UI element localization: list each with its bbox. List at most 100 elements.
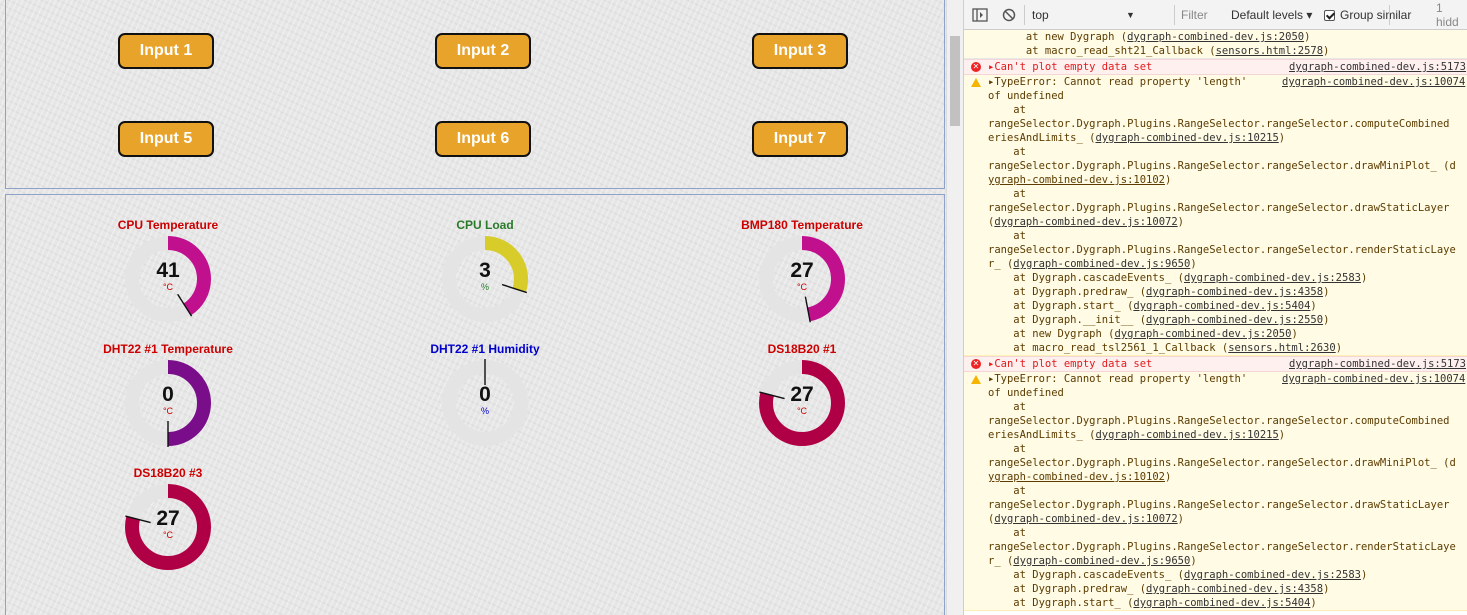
- source-link[interactable]: dygraph-combined-dev.js:2050: [1127, 31, 1304, 43]
- gauge-unit: %: [480, 406, 489, 416]
- console-line-text: at: [988, 401, 1026, 413]
- inputs-panel: Input 1 Input 2 Input 3 Input 5 Input 6 …: [5, 0, 945, 189]
- source-link[interactable]: dygraph-combined-dev.js:4358: [1146, 583, 1323, 595]
- sensor-dashboard-page: Input 1 Input 2 Input 3 Input 5 Input 6 …: [0, 0, 946, 615]
- console-line-tail: ): [1310, 300, 1317, 312]
- source-link[interactable]: dygraph-combined-dev.js:10072: [994, 216, 1177, 228]
- context-label: top: [1032, 8, 1049, 22]
- source-link[interactable]: dygraph-combined-dev.js:2050: [1114, 328, 1291, 340]
- source-link[interactable]: dygraph-combined-dev.js:9650: [1013, 555, 1190, 567]
- bmp180-temperature-gauge: 27 °C: [757, 234, 847, 324]
- console-toolbar: top ▼ Filter Default levels ▾ Group simi…: [964, 0, 1467, 30]
- console-line: at Dygraph.__init__ (dygraph-combined-de…: [964, 313, 1467, 327]
- console-line-text: at: [988, 527, 1026, 539]
- console-line-text: ▸Can't plot empty data set: [988, 358, 1153, 370]
- source-link[interactable]: sensors.html:2630: [1228, 342, 1335, 354]
- gauge-title: DHT22 #1 Temperature: [103, 342, 233, 356]
- dht22-temperature-gauge: 0 °C: [123, 358, 213, 448]
- source-link[interactable]: dygraph-combined-dev.js:10215: [1095, 132, 1278, 144]
- toolbar-divider: [1024, 5, 1025, 25]
- input-5-button[interactable]: Input 5: [118, 121, 214, 157]
- console-line-text: eriesAndLimits_ (: [988, 132, 1096, 144]
- console-line: eriesAndLimits_ (dygraph-combined-dev.js…: [964, 131, 1467, 145]
- console-line-text: ▸Can't plot empty data set: [988, 61, 1153, 73]
- source-link[interactable]: dygraph-combined-dev.js:5404: [1133, 300, 1310, 312]
- console-line: at Dygraph.predraw_ (dygraph-combined-de…: [964, 582, 1467, 596]
- console-line-text: at: [988, 188, 1026, 200]
- console-line-text: at Dygraph.start_ (: [988, 300, 1134, 312]
- gauge-title: DS18B20 #3: [133, 466, 203, 480]
- input-2-button[interactable]: Input 2: [435, 33, 531, 69]
- input-1-button[interactable]: Input 1: [118, 33, 214, 69]
- console-line-tail: ): [1323, 45, 1330, 57]
- console-line: at new Dygraph (dygraph-combined-dev.js:…: [964, 327, 1467, 341]
- console-line-tail: ): [1291, 328, 1298, 340]
- gauge-unit: °C: [796, 406, 808, 416]
- gauge-unit: °C: [162, 406, 174, 416]
- console-line-tail: ): [1360, 569, 1368, 581]
- context-selector[interactable]: top ▼: [1032, 5, 1136, 25]
- console-line-text: at: [988, 146, 1026, 158]
- source-link[interactable]: dygraph-combined-dev.js:2583: [1184, 272, 1361, 284]
- console-line: rangeSelector.Dygraph.Plugins.RangeSelec…: [964, 414, 1467, 428]
- console-line: of undefined: [964, 89, 1467, 103]
- filter-input[interactable]: Filter: [1174, 5, 1224, 25]
- source-location-link[interactable]: dygraph-combined-dev.js:10074: [1282, 75, 1465, 89]
- source-link[interactable]: dygraph-combined-dev.js:5404: [1133, 597, 1310, 609]
- console-line-tail: ): [1165, 174, 1172, 186]
- console-line-text: rangeSelector.Dygraph.Plugins.RangeSelec…: [988, 415, 1450, 427]
- source-link[interactable]: dygraph-combined-dev.js:2583: [1184, 569, 1361, 581]
- checkbox-icon[interactable]: [1324, 9, 1335, 21]
- console-line: at: [964, 229, 1467, 243]
- console-line-text: r_ (: [988, 258, 1014, 270]
- gauge-title: BMP180 Temperature: [741, 218, 863, 232]
- console-line-text: rangeSelector.Dygraph.Plugins.RangeSelec…: [988, 244, 1456, 256]
- ds18b20-1-gauge: 27 °C: [757, 358, 847, 448]
- hidden-count: 1 hidd: [1436, 1, 1459, 29]
- console-line-text[interactable]: ygraph-combined-dev.js:10102: [988, 174, 1165, 186]
- console-line: (dygraph-combined-dev.js:10072): [964, 215, 1467, 229]
- console-line-tail: ): [1323, 583, 1330, 595]
- input-7-button[interactable]: Input 7: [752, 121, 848, 157]
- source-link[interactable]: dygraph-combined-dev.js:10072: [994, 513, 1177, 525]
- gauge-value: 27: [156, 507, 180, 530]
- console-line: at: [964, 103, 1467, 117]
- console-line-text: at Dygraph.__init__ (: [988, 314, 1147, 326]
- console-line-text: at Dygraph.start_ (: [988, 597, 1134, 609]
- source-location-link[interactable]: dygraph-combined-dev.js:5173: [1289, 60, 1466, 74]
- source-location-link[interactable]: dygraph-combined-dev.js:10074: [1282, 372, 1465, 386]
- input-6-button[interactable]: Input 6: [435, 121, 531, 157]
- console-line-tail: ): [1177, 216, 1184, 228]
- console-line-tail: ): [1190, 555, 1197, 567]
- console-error-message[interactable]: ✕ ▸Can't plot empty data set dygraph-combi…: [964, 356, 1467, 372]
- console-line: at: [964, 484, 1467, 498]
- page-scrollbar-thumb[interactable]: [950, 36, 960, 126]
- source-link[interactable]: dygraph-combined-dev.js:9650: [1013, 258, 1190, 270]
- console-warning-message[interactable]: ▸TypeError: Cannot read property 'length…: [964, 75, 1467, 356]
- source-link[interactable]: dygraph-combined-dev.js:4358: [1146, 286, 1323, 298]
- source-link[interactable]: dygraph-combined-dev.js:10215: [1095, 429, 1278, 441]
- group-similar-checkbox[interactable]: Group similar: [1324, 0, 1411, 30]
- console-warning-message[interactable]: ▸TypeError: Cannot read property 'length…: [964, 372, 1467, 611]
- source-link[interactable]: sensors.html:2578: [1216, 45, 1323, 57]
- console-line-text: at Dygraph.cascadeEvents_ (: [988, 569, 1184, 581]
- input-3-button[interactable]: Input 3: [752, 33, 848, 69]
- log-levels-dropdown[interactable]: Default levels ▾: [1231, 0, 1312, 30]
- page-scrollbar[interactable]: [946, 0, 963, 615]
- gauge-value: 0: [479, 383, 491, 406]
- clear-console-icon[interactable]: [1002, 0, 1016, 30]
- console-error-message[interactable]: ✕ ▸Can't plot empty data set dygraph-combi…: [964, 59, 1467, 75]
- gauge-unit: °C: [796, 282, 808, 292]
- console-line: at: [964, 187, 1467, 201]
- console-line: at Dygraph.cascadeEvents_ (dygraph-combi…: [964, 271, 1467, 285]
- source-link[interactable]: dygraph-combined-dev.js:2550: [1146, 314, 1323, 326]
- console-line-text[interactable]: ygraph-combined-dev.js:10102: [988, 471, 1165, 483]
- console-line-tail: ): [1278, 132, 1286, 144]
- console-line-tail: ): [1310, 597, 1317, 609]
- chevron-down-icon: ▼: [1126, 10, 1135, 20]
- console-line-text: ▸TypeError: Cannot read property 'length…: [988, 373, 1248, 385]
- source-location-link[interactable]: dygraph-combined-dev.js:5173: [1289, 357, 1466, 371]
- console-line-text: rangeSelector.Dygraph.Plugins.RangeSelec…: [988, 499, 1450, 511]
- sidebar-toggle-icon[interactable]: [972, 0, 988, 30]
- console-line-tail: ): [1323, 286, 1330, 298]
